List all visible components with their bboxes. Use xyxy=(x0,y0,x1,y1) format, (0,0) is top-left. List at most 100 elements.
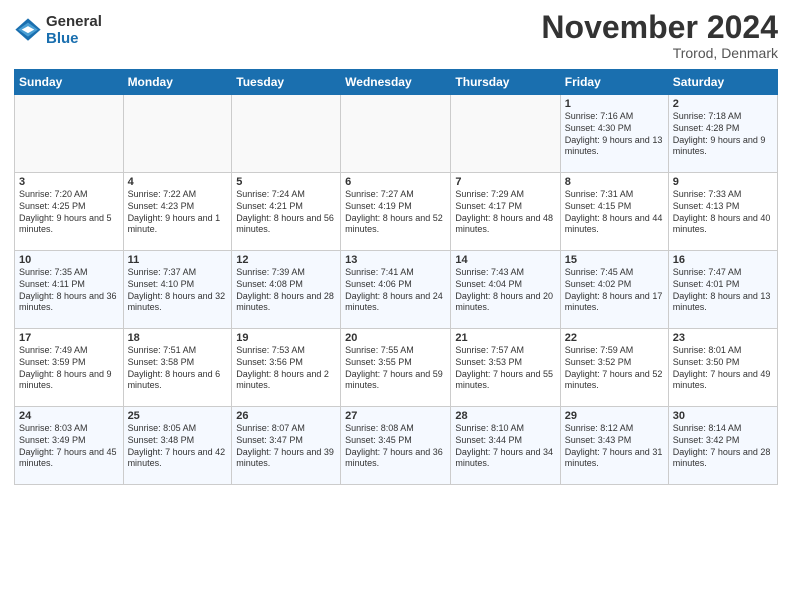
day-info: Daylight: 7 hours and 49 minutes. xyxy=(673,369,773,392)
day-info: Daylight: 7 hours and 36 minutes. xyxy=(345,447,446,470)
calendar-cell-1-0: 3Sunrise: 7:20 AMSunset: 4:25 PMDaylight… xyxy=(15,173,124,251)
day-info: Sunset: 4:04 PM xyxy=(455,279,555,291)
day-info: Daylight: 7 hours and 39 minutes. xyxy=(236,447,336,470)
day-number: 6 xyxy=(345,176,446,188)
day-info: Sunset: 4:15 PM xyxy=(565,201,664,213)
day-info: Daylight: 9 hours and 13 minutes. xyxy=(565,135,664,158)
day-info: Sunset: 3:47 PM xyxy=(236,435,336,447)
day-info: Sunrise: 7:22 AM xyxy=(128,189,228,201)
calendar-cell-1-3: 6Sunrise: 7:27 AMSunset: 4:19 PMDaylight… xyxy=(341,173,451,251)
day-info: Sunset: 4:30 PM xyxy=(565,123,664,135)
day-number: 14 xyxy=(455,254,555,266)
day-info: Sunset: 4:01 PM xyxy=(673,279,773,291)
day-info: Sunrise: 7:43 AM xyxy=(455,267,555,279)
day-info: Sunset: 3:43 PM xyxy=(565,435,664,447)
header: General Blue November 2024 Trorod, Denma… xyxy=(14,10,778,61)
calendar-cell-2-5: 15Sunrise: 7:45 AMSunset: 4:02 PMDayligh… xyxy=(560,251,668,329)
day-number: 10 xyxy=(19,254,119,266)
day-info: Sunrise: 7:35 AM xyxy=(19,267,119,279)
day-number: 2 xyxy=(673,98,773,110)
location: Trorod, Denmark xyxy=(541,45,778,61)
day-info: Daylight: 8 hours and 13 minutes. xyxy=(673,291,773,314)
day-info: Daylight: 7 hours and 55 minutes. xyxy=(455,369,555,392)
day-info: Daylight: 8 hours and 40 minutes. xyxy=(673,213,773,236)
day-info: Sunrise: 7:45 AM xyxy=(565,267,664,279)
day-info: Sunrise: 7:33 AM xyxy=(673,189,773,201)
day-info: Sunrise: 7:24 AM xyxy=(236,189,336,201)
calendar-cell-2-2: 12Sunrise: 7:39 AMSunset: 4:08 PMDayligh… xyxy=(232,251,341,329)
day-info: Sunset: 3:44 PM xyxy=(455,435,555,447)
day-number: 4 xyxy=(128,176,228,188)
day-info: Daylight: 9 hours and 9 minutes. xyxy=(673,135,773,158)
calendar-cell-0-0 xyxy=(15,95,124,173)
day-info: Sunrise: 8:01 AM xyxy=(673,345,773,357)
day-info: Daylight: 7 hours and 45 minutes. xyxy=(19,447,119,470)
day-info: Sunrise: 7:55 AM xyxy=(345,345,446,357)
calendar-cell-4-5: 29Sunrise: 8:12 AMSunset: 3:43 PMDayligh… xyxy=(560,407,668,485)
day-info: Sunset: 4:19 PM xyxy=(345,201,446,213)
day-info: Sunset: 3:48 PM xyxy=(128,435,228,447)
day-info: Sunset: 4:02 PM xyxy=(565,279,664,291)
day-info: Daylight: 8 hours and 2 minutes. xyxy=(236,369,336,392)
day-number: 27 xyxy=(345,410,446,422)
calendar-cell-3-3: 20Sunrise: 7:55 AMSunset: 3:55 PMDayligh… xyxy=(341,329,451,407)
day-number: 26 xyxy=(236,410,336,422)
day-info: Sunset: 4:25 PM xyxy=(19,201,119,213)
day-number: 28 xyxy=(455,410,555,422)
calendar-cell-3-0: 17Sunrise: 7:49 AMSunset: 3:59 PMDayligh… xyxy=(15,329,124,407)
calendar-cell-0-3 xyxy=(341,95,451,173)
day-info: Daylight: 7 hours and 59 minutes. xyxy=(345,369,446,392)
calendar-cell-4-0: 24Sunrise: 8:03 AMSunset: 3:49 PMDayligh… xyxy=(15,407,124,485)
calendar-cell-3-4: 21Sunrise: 7:57 AMSunset: 3:53 PMDayligh… xyxy=(451,329,560,407)
day-number: 19 xyxy=(236,332,336,344)
day-info: Sunset: 3:49 PM xyxy=(19,435,119,447)
day-info: Daylight: 8 hours and 17 minutes. xyxy=(565,291,664,314)
day-info: Daylight: 7 hours and 52 minutes. xyxy=(565,369,664,392)
day-info: Sunrise: 7:39 AM xyxy=(236,267,336,279)
day-info: Daylight: 8 hours and 28 minutes. xyxy=(236,291,336,314)
calendar-cell-1-5: 8Sunrise: 7:31 AMSunset: 4:15 PMDaylight… xyxy=(560,173,668,251)
header-sunday: Sunday xyxy=(15,70,124,95)
day-info: Sunset: 4:06 PM xyxy=(345,279,446,291)
week-row-2: 10Sunrise: 7:35 AMSunset: 4:11 PMDayligh… xyxy=(15,251,778,329)
day-info: Sunset: 4:08 PM xyxy=(236,279,336,291)
day-info: Sunrise: 7:41 AM xyxy=(345,267,446,279)
day-info: Sunset: 4:23 PM xyxy=(128,201,228,213)
day-info: Sunrise: 7:20 AM xyxy=(19,189,119,201)
day-info: Daylight: 7 hours and 34 minutes. xyxy=(455,447,555,470)
day-info: Sunrise: 8:08 AM xyxy=(345,423,446,435)
day-info: Daylight: 8 hours and 36 minutes. xyxy=(19,291,119,314)
calendar-cell-2-0: 10Sunrise: 7:35 AMSunset: 4:11 PMDayligh… xyxy=(15,251,124,329)
day-number: 9 xyxy=(673,176,773,188)
week-row-0: 1Sunrise: 7:16 AMSunset: 4:30 PMDaylight… xyxy=(15,95,778,173)
header-tuesday: Tuesday xyxy=(232,70,341,95)
calendar-cell-1-6: 9Sunrise: 7:33 AMSunset: 4:13 PMDaylight… xyxy=(668,173,777,251)
day-info: Sunset: 3:53 PM xyxy=(455,357,555,369)
day-number: 1 xyxy=(565,98,664,110)
calendar-cell-2-4: 14Sunrise: 7:43 AMSunset: 4:04 PMDayligh… xyxy=(451,251,560,329)
calendar-cell-2-3: 13Sunrise: 7:41 AMSunset: 4:06 PMDayligh… xyxy=(341,251,451,329)
day-info: Sunrise: 8:05 AM xyxy=(128,423,228,435)
header-monday: Monday xyxy=(123,70,232,95)
day-info: Sunrise: 7:31 AM xyxy=(565,189,664,201)
day-info: Daylight: 8 hours and 32 minutes. xyxy=(128,291,228,314)
day-number: 5 xyxy=(236,176,336,188)
header-friday: Friday xyxy=(560,70,668,95)
calendar-cell-1-2: 5Sunrise: 7:24 AMSunset: 4:21 PMDaylight… xyxy=(232,173,341,251)
day-info: Sunset: 3:58 PM xyxy=(128,357,228,369)
day-info: Sunrise: 7:47 AM xyxy=(673,267,773,279)
day-info: Sunset: 4:10 PM xyxy=(128,279,228,291)
calendar-cell-3-5: 22Sunrise: 7:59 AMSunset: 3:52 PMDayligh… xyxy=(560,329,668,407)
header-wednesday: Wednesday xyxy=(341,70,451,95)
day-info: Sunset: 3:59 PM xyxy=(19,357,119,369)
day-info: Sunrise: 7:53 AM xyxy=(236,345,336,357)
logo-blue: Blue xyxy=(46,31,102,48)
calendar-cell-4-3: 27Sunrise: 8:08 AMSunset: 3:45 PMDayligh… xyxy=(341,407,451,485)
day-info: Sunrise: 8:03 AM xyxy=(19,423,119,435)
day-info: Sunrise: 7:59 AM xyxy=(565,345,664,357)
day-number: 18 xyxy=(128,332,228,344)
day-info: Sunrise: 7:16 AM xyxy=(565,111,664,123)
day-info: Sunset: 3:42 PM xyxy=(673,435,773,447)
day-info: Daylight: 8 hours and 56 minutes. xyxy=(236,213,336,236)
day-number: 23 xyxy=(673,332,773,344)
